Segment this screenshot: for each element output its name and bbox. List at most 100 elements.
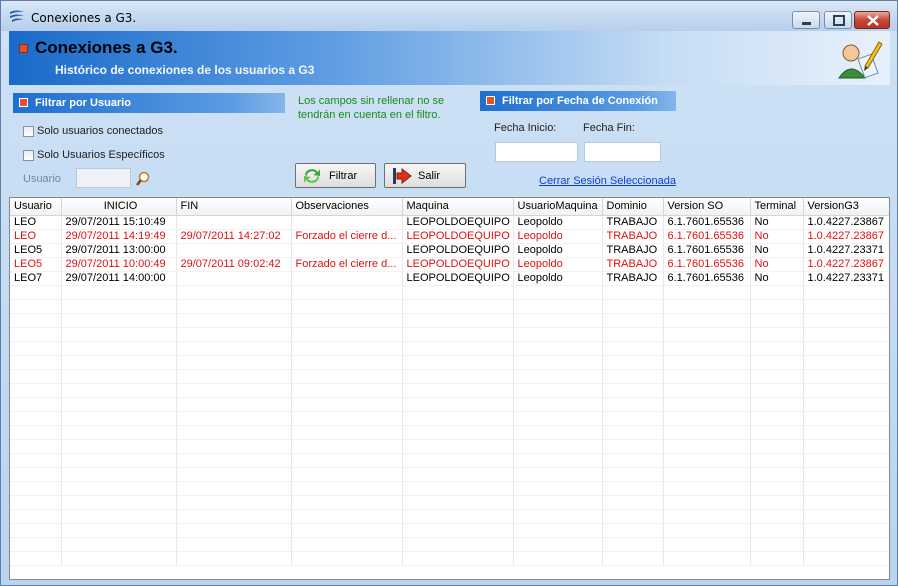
window: Conexiones a G3. Conexiones a G3. Histór… [0,0,898,586]
empty-cell [750,383,804,398]
start-date-label: Fecha Inicio: [494,122,557,134]
empty-row [10,551,889,566]
cell-versionso: 6.1.7601.65536 [663,257,751,272]
col-observaciones-header[interactable]: Observaciones [291,198,403,216]
close-button[interactable] [854,11,890,29]
empty-cell [402,453,514,468]
col-versiong3-header[interactable]: VersionG3 [803,198,889,216]
empty-row [10,411,889,426]
empty-row [10,509,889,524]
user-input[interactable] [76,168,131,188]
empty-cell [663,383,751,398]
empty-cell [750,313,804,328]
cell-inicio: 29/07/2011 15:10:49 [61,215,177,230]
only-specific-checkbox[interactable] [23,150,34,161]
empty-cell [803,467,889,482]
empty-cell [291,453,403,468]
empty-cell [291,537,403,552]
close-icon [867,15,879,26]
empty-cell [602,551,664,566]
empty-cell [402,397,514,412]
start-date-field[interactable] [495,142,578,162]
empty-cell [291,481,403,496]
empty-cell [803,397,889,412]
user-filter-title: Filtrar por Usuario [35,97,131,109]
empty-cell [10,285,62,300]
cell-usuariomaquina: Leopoldo [513,215,603,230]
empty-cell [663,537,751,552]
empty-cell [803,425,889,440]
col-dominio-header[interactable]: Dominio [602,198,664,216]
empty-row [10,383,889,398]
empty-cell [663,523,751,538]
maximize-button[interactable] [824,11,852,29]
empty-cell [291,327,403,342]
empty-cell [803,327,889,342]
cell-maquina: LEOPOLDOEQUIPO [402,271,514,286]
search-icon[interactable] [135,171,151,187]
end-date-field[interactable] [584,142,661,162]
cell-fin [176,215,292,230]
page-header: Conexiones a G3. Histórico de conexiones… [9,31,890,85]
connections-table[interactable]: Usuario INICIO FIN Observaciones Maquina… [9,197,890,580]
cell-inicio: 29/07/2011 10:00:49 [61,257,177,272]
col-fin-header[interactable]: FIN [176,198,292,216]
maximize-icon [833,15,845,26]
empty-row [10,285,889,300]
date-filter-title: Filtrar por Fecha de Conexión [502,95,658,107]
cell-maquina: LEOPOLDOEQUIPO [402,243,514,258]
only-connected-checkbox[interactable] [23,126,34,137]
empty-cell [61,509,177,524]
empty-cell [61,425,177,440]
empty-row [10,537,889,552]
empty-cell [61,495,177,510]
empty-cell [803,299,889,314]
cell-usuario: LEO5 [10,257,62,272]
cell-observaciones [291,271,403,286]
cell-usuario: LEO7 [10,271,62,286]
date-filter-header: Filtrar por Fecha de Conexión [480,91,676,111]
empty-cell [176,299,292,314]
col-versionso-header[interactable]: Version SO [663,198,751,216]
col-maquina-header[interactable]: Maquina [402,198,514,216]
empty-cell [291,313,403,328]
cell-fin: 29/07/2011 09:02:42 [176,257,292,272]
table-row[interactable]: LEO 29/07/2011 15:10:49 LEOPOLDOEQUIPO Leop… [10,215,889,230]
empty-cell [602,453,664,468]
empty-cell [803,453,889,468]
page-title: Conexiones a G3. [35,38,178,57]
title-bar[interactable]: Conexiones a G3. [1,1,897,31]
empty-cell [602,355,664,370]
minimize-icon [802,22,811,25]
table-row[interactable]: LEO5 29/07/2011 13:00:00 LEOPOLDOEQUIPO Leo… [10,243,889,258]
only-specific-label[interactable]: Solo Usuarios Específicos [37,149,165,161]
empty-cell [61,369,177,384]
empty-cell [176,425,292,440]
empty-cell [291,551,403,566]
empty-cell [402,439,514,454]
minimize-button[interactable] [792,11,820,29]
filter-note: Los campos sin rellenar no se tendrán en… [298,95,445,121]
close-session-link[interactable]: Cerrar Sesión Seleccionada [539,175,676,187]
filter-button[interactable]: Filtrar [295,163,376,188]
empty-row [10,453,889,468]
col-usuario-header[interactable]: Usuario [10,198,62,216]
only-connected-label[interactable]: Solo usuarios conectados [37,125,163,137]
empty-cell [176,453,292,468]
empty-cell [291,383,403,398]
empty-cell [291,355,403,370]
empty-cell [513,467,603,482]
table-row[interactable]: LEO7 29/07/2011 14:00:00 LEOPOLDOEQUIPO Leo… [10,271,889,286]
col-terminal-header[interactable]: Terminal [750,198,804,216]
cell-usuariomaquina: Leopoldo [513,271,603,286]
table-row[interactable]: LEO 29/07/2011 14:19:49 29/07/2011 14:27:0… [10,229,889,244]
empty-cell [10,369,62,384]
col-inicio-header[interactable]: INICIO [61,198,177,216]
empty-cell [402,425,514,440]
col-usuariomaquina-header[interactable]: UsuarioMaquina [513,198,603,216]
empty-cell [602,285,664,300]
exit-button[interactable]: Salir [384,163,466,188]
empty-cell [602,383,664,398]
cell-versionso: 6.1.7601.65536 [663,229,751,244]
table-row[interactable]: LEO5 29/07/2011 10:00:49 29/07/2011 09:02:… [10,257,889,272]
